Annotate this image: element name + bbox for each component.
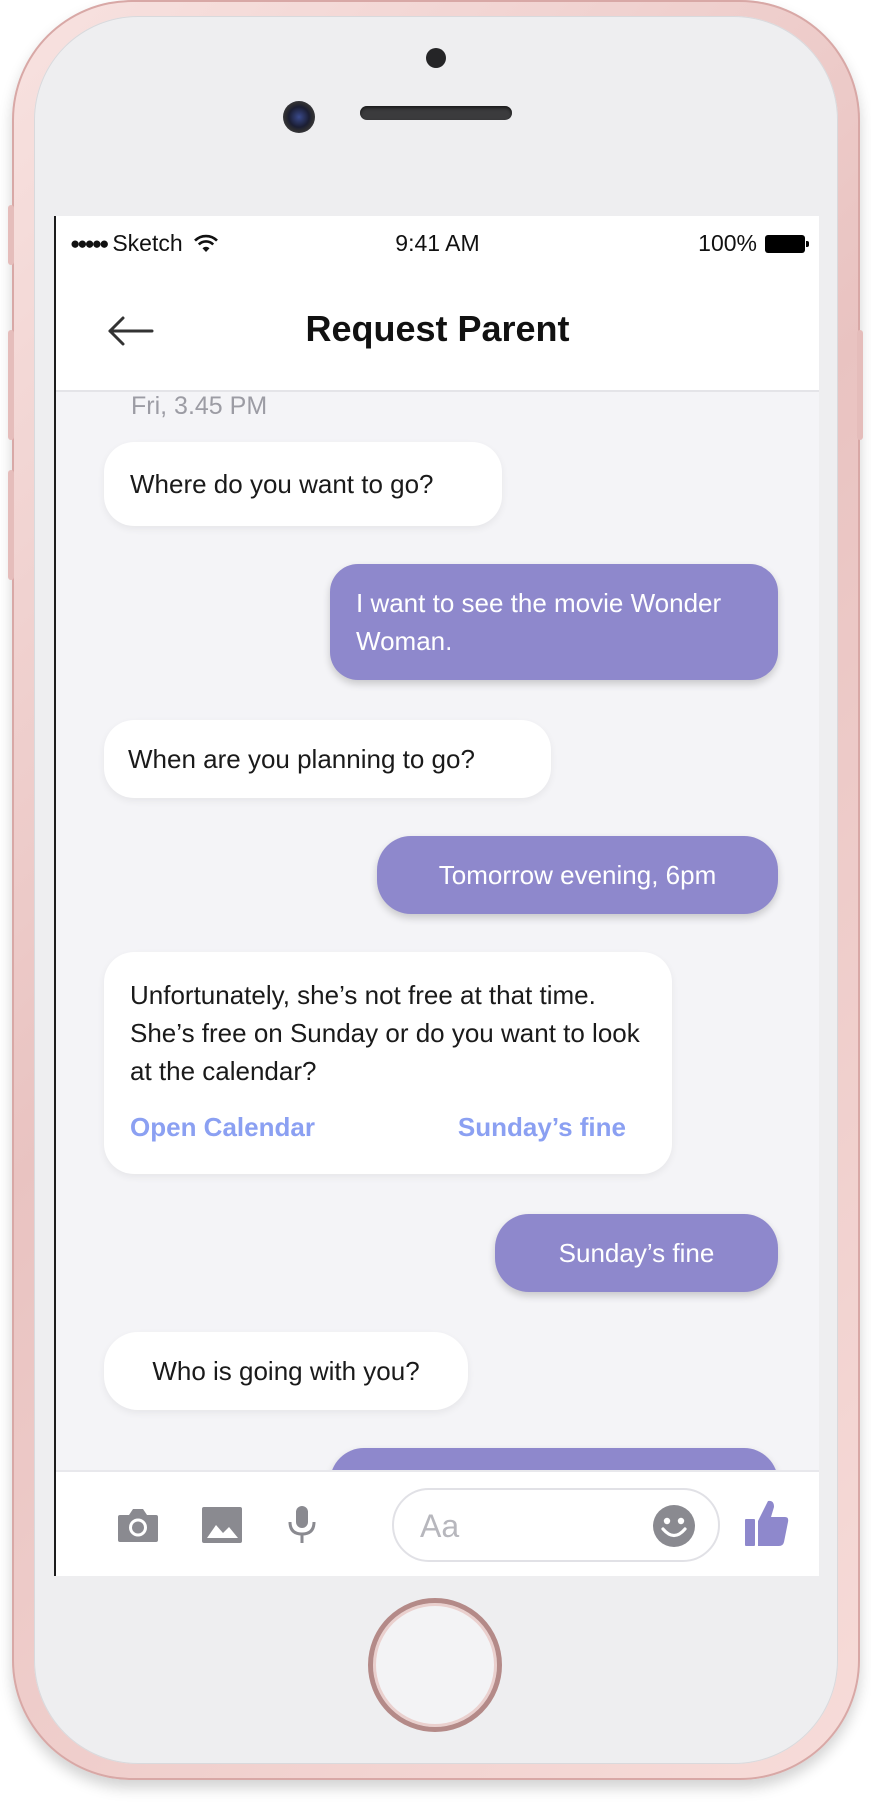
status-right: 100% (698, 230, 809, 257)
message-bubble-incoming: When are you planning to go? (104, 720, 551, 798)
message-bubble-outgoing: Tomorrow evening, 6pm (377, 836, 778, 914)
power-button (857, 330, 863, 440)
message-text: Where do you want to go? (130, 469, 434, 499)
message-bubble-incoming: Where do you want to go? (104, 442, 502, 526)
message-text: Unfortunately, she’s not free at that ti… (130, 980, 640, 1086)
sundays-fine-link[interactable]: Sunday’s fine (458, 1108, 626, 1146)
message-bubble-outgoing: Sunday’s fine (495, 1214, 778, 1292)
camera-icon[interactable] (116, 1505, 160, 1545)
status-bar: ●●●●● Sketch 9:41 AM 100% (56, 216, 819, 272)
message-bubble-incoming: Who is going with you? (104, 1332, 468, 1410)
emoji-icon[interactable] (652, 1504, 696, 1548)
volume-down-button (8, 470, 14, 580)
message-bubble-incoming-with-actions: Unfortunately, she’s not free at that ti… (104, 952, 672, 1174)
volume-up-button (8, 330, 14, 440)
earpiece-speaker (360, 106, 512, 120)
image-icon[interactable] (200, 1505, 244, 1545)
app-screen: ●●●●● Sketch 9:41 AM 100% Request Parent… (54, 216, 819, 1576)
message-text-input[interactable] (418, 1504, 642, 1548)
page-title: Request Parent (305, 308, 570, 349)
message-input-field[interactable] (392, 1488, 720, 1562)
message-bubble-outgoing: I want to see the movie Wonder Woman. (330, 564, 778, 680)
mute-switch (8, 205, 14, 265)
microphone-icon[interactable] (280, 1505, 324, 1545)
message-text: Tomorrow evening, 6pm (438, 860, 717, 890)
proximity-sensor (426, 48, 446, 68)
quick-reply-actions: Open Calendar Sunday’s fine (130, 1108, 648, 1146)
message-text: When are you planning to go? (128, 744, 475, 774)
thumbs-up-icon[interactable] (744, 1498, 790, 1548)
message-text: I want to see the movie Wonder Woman. (356, 588, 722, 656)
navigation-bar: Request Parent (56, 272, 819, 392)
message-composer (56, 1470, 819, 1576)
battery-percent: 100% (698, 230, 757, 256)
front-camera (283, 101, 315, 133)
message-timestamp: Fri, 3.45 PM (131, 392, 268, 420)
message-text: Sunday’s fine (558, 1238, 715, 1268)
open-calendar-link[interactable]: Open Calendar (130, 1108, 315, 1146)
battery-icon (765, 234, 809, 253)
message-text: Who is going with you? (152, 1356, 420, 1386)
home-button[interactable] (368, 1598, 502, 1732)
